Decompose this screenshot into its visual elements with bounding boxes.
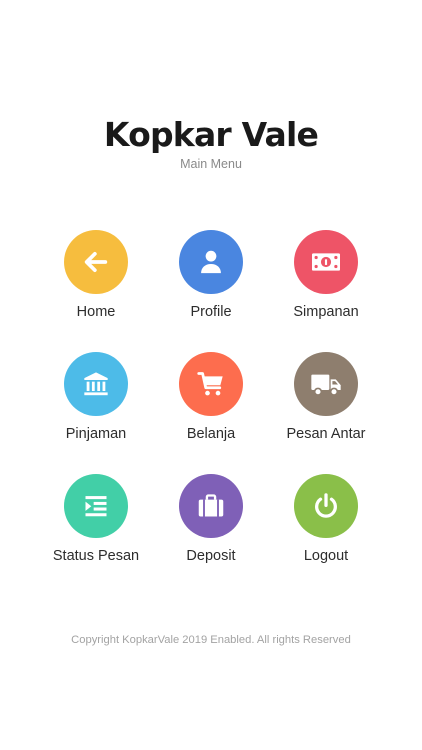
menu-item-label: Belanja <box>186 426 236 442</box>
menu-item-profile-circle[interactable] <box>179 230 243 294</box>
menu-item-deposit[interactable]: Deposit <box>146 474 276 564</box>
list-indent-icon <box>85 496 107 517</box>
menu-item-label: Logout <box>303 548 349 564</box>
truck-icon <box>311 374 341 396</box>
shopping-cart-icon <box>197 372 223 396</box>
user-icon <box>201 250 221 274</box>
arrow-left-icon <box>84 251 108 273</box>
menu-item-home[interactable]: Home <box>31 230 161 320</box>
menu-item-simpanan-circle[interactable] <box>294 230 358 294</box>
menu-item-label: Profile <box>190 304 232 320</box>
menu-item-label: Simpanan <box>293 304 359 320</box>
menu-item-label: Deposit <box>186 548 236 564</box>
menu-item-pesan-antar-circle[interactable] <box>294 352 358 416</box>
menu-item-status-pesan[interactable]: Status Pesan <box>31 474 161 564</box>
menu-item-simpanan[interactable]: Simpanan <box>261 230 391 320</box>
menu-item-pesan-antar[interactable]: Pesan Antar <box>261 352 391 442</box>
menu-item-profile[interactable]: Profile <box>146 230 276 320</box>
bank-icon <box>84 372 108 396</box>
menu-item-status-pesan-circle[interactable] <box>64 474 128 538</box>
power-icon <box>315 493 337 518</box>
menu-item-pinjaman[interactable]: Pinjaman <box>31 352 161 442</box>
menu-item-label: Status Pesan <box>52 548 140 564</box>
menu-item-label: Home <box>76 304 116 320</box>
menu-item-belanja[interactable]: Belanja <box>146 352 276 442</box>
menu-item-belanja-circle[interactable] <box>179 352 243 416</box>
menu-item-logout-circle[interactable] <box>294 474 358 538</box>
menu-item-home-circle[interactable] <box>64 230 128 294</box>
menu-item-logout[interactable]: Logout <box>261 474 391 564</box>
menu-item-deposit-circle[interactable] <box>179 474 243 538</box>
menu-item-label: Pesan Antar <box>286 426 366 442</box>
menu-item-label: Pinjaman <box>65 426 127 442</box>
menu-item-pinjaman-circle[interactable] <box>64 352 128 416</box>
suitcase-icon <box>198 494 224 517</box>
copyright-footer: Copyright KopkarVale 2019 Enabled. All r… <box>71 634 351 646</box>
money-bill-icon <box>312 253 340 271</box>
